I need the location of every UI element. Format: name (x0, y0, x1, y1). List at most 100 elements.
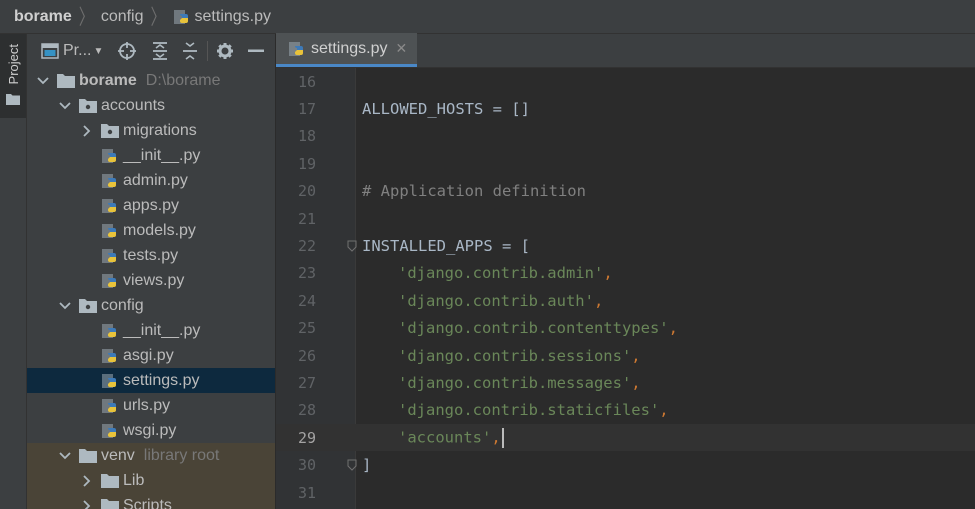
code-line[interactable]: 20 # Application definition (276, 178, 975, 205)
line-number: 29 (297, 428, 316, 447)
editor-tab-bar: settings.py ✕ (276, 33, 975, 68)
editor-panel: settings.py ✕ 16 17 ALLOWED_HOSTS = [] 18 19… (276, 33, 975, 509)
line-number: 20 (297, 182, 316, 201)
view-selector-label: Pr... (63, 42, 92, 59)
tree-row[interactable]: __init__.py (27, 318, 275, 343)
breadcrumb-folder[interactable]: config (101, 8, 144, 26)
line-number: 22 (297, 237, 316, 256)
tree-row[interactable]: Lib (27, 468, 275, 493)
code-line[interactable]: 28 'django.contrib.staticfiles', (276, 397, 975, 424)
crosshair-icon (117, 41, 137, 61)
code-text: 'django.contrib.messages', (398, 373, 641, 392)
python-file-icon (101, 422, 119, 440)
breadcrumb-separator-icon: 〉 (150, 6, 166, 30)
tree-row[interactable]: views.py (27, 268, 275, 293)
chevron-down-icon[interactable] (57, 101, 73, 110)
project-tool-window-button[interactable]: Project (0, 34, 26, 118)
python-file-icon (101, 272, 119, 290)
code-line[interactable]: 18 (276, 123, 975, 150)
tree-row[interactable]: venv library root (27, 443, 275, 468)
gear-icon (216, 42, 234, 60)
code-line[interactable]: 29 'accounts', (276, 424, 975, 452)
code-line[interactable]: 16 (276, 68, 975, 95)
tree-item-label: __init__.py (123, 146, 201, 164)
code-line[interactable]: 17 ALLOWED_HOSTS = [] (276, 95, 975, 122)
python-file-icon (101, 197, 119, 215)
folder-icon (6, 92, 20, 110)
chevron-down-icon[interactable] (35, 76, 51, 85)
code-line[interactable]: 21 (276, 205, 975, 232)
chevron-right-icon[interactable] (79, 499, 95, 509)
tree-row[interactable]: models.py (27, 218, 275, 243)
code-line[interactable]: 24 'django.contrib.auth', (276, 287, 975, 314)
chevron-down-icon[interactable] (57, 301, 73, 310)
package-folder-icon (79, 297, 97, 315)
tree-row[interactable]: tests.py (27, 243, 275, 268)
code-text: ALLOWED_HOSTS = [] (362, 100, 530, 119)
code-line[interactable]: 23 'django.contrib.admin', (276, 260, 975, 287)
expand-all-button[interactable] (151, 39, 169, 63)
settings-button[interactable] (216, 39, 234, 63)
python-file-icon (173, 8, 191, 26)
tree-row[interactable]: borame D:\borame (27, 68, 275, 93)
close-icon[interactable]: ✕ (395, 40, 407, 57)
folder-icon (101, 472, 119, 490)
tree-row[interactable]: asgi.py (27, 343, 275, 368)
locate-button[interactable] (117, 39, 137, 63)
python-file-icon (101, 247, 119, 265)
tree-row[interactable]: urls.py (27, 393, 275, 418)
line-number: 18 (297, 127, 316, 146)
tree-row[interactable]: admin.py (27, 168, 275, 193)
code-line[interactable]: 27 'django.contrib.messages', (276, 369, 975, 396)
line-number: 30 (297, 456, 316, 475)
code-line[interactable]: 30] (276, 451, 975, 478)
tree-row[interactable]: __init__.py (27, 143, 275, 168)
line-number: 28 (297, 401, 316, 420)
code-text: ] (362, 456, 372, 475)
breadcrumb-folder-label: config (100, 7, 144, 25)
code-line[interactable]: 19 (276, 150, 975, 177)
chevron-right-icon[interactable] (79, 124, 95, 137)
code-text: 'django.contrib.sessions', (398, 346, 641, 365)
tree-row[interactable]: Scripts (27, 493, 275, 509)
code-line[interactable]: 25 'django.contrib.contenttypes', (276, 315, 975, 342)
hide-panel-button[interactable] (248, 39, 265, 63)
chevron-right-icon[interactable] (79, 474, 95, 487)
breadcrumb-file-label: settings.py (194, 7, 272, 25)
tree-row[interactable]: settings.py (27, 368, 275, 393)
project-stripe-label: Project (5, 44, 21, 85)
tree-row[interactable]: apps.py (27, 193, 275, 218)
breadcrumb-file[interactable]: settings.py (173, 8, 271, 26)
line-number: 16 (297, 72, 316, 91)
python-file-icon (101, 222, 119, 240)
folder-icon (101, 497, 119, 509)
tree-item-label: __init__.py (123, 321, 201, 339)
line-number: 24 (297, 291, 316, 310)
code-text: 'django.contrib.admin', (398, 264, 613, 283)
code-area[interactable]: 16 17 ALLOWED_HOSTS = [] 18 19 20 # Applicatio… (276, 68, 975, 509)
tree-item-label: Scripts (123, 496, 172, 509)
tree-row[interactable]: config (27, 293, 275, 318)
breadcrumb-project[interactable]: borame (14, 8, 72, 26)
tree-item-label: config (101, 296, 144, 314)
collapse-all-button[interactable] (181, 39, 199, 63)
python-file-icon (101, 322, 119, 340)
tree-row[interactable]: migrations (27, 118, 275, 143)
tree-row[interactable]: accounts (27, 93, 275, 118)
chevron-down-icon[interactable] (57, 451, 73, 460)
project-tree: borame D:\borame accounts migrations __init_… (27, 68, 275, 509)
line-number: 27 (297, 373, 316, 392)
code-line[interactable]: 31 (276, 479, 975, 506)
code-line[interactable]: 22 INSTALLED_APPS = [ (276, 232, 975, 259)
fold-marker-icon[interactable] (346, 240, 358, 252)
code-text: 'django.contrib.staticfiles', (398, 401, 669, 420)
code-text: 'django.contrib.auth', (398, 291, 604, 310)
tab-label: settings.py (311, 39, 388, 57)
code-line[interactable]: 26 'django.contrib.sessions', (276, 342, 975, 369)
view-selector[interactable]: Pr... ▼ (41, 39, 103, 63)
fold-marker-icon[interactable] (346, 459, 358, 471)
tree-row[interactable]: wsgi.py (27, 418, 275, 443)
tab-settings-py[interactable]: settings.py ✕ (276, 33, 418, 67)
tree-item-label: Lib (123, 471, 145, 489)
tool-window-stripe: Project (0, 34, 27, 509)
